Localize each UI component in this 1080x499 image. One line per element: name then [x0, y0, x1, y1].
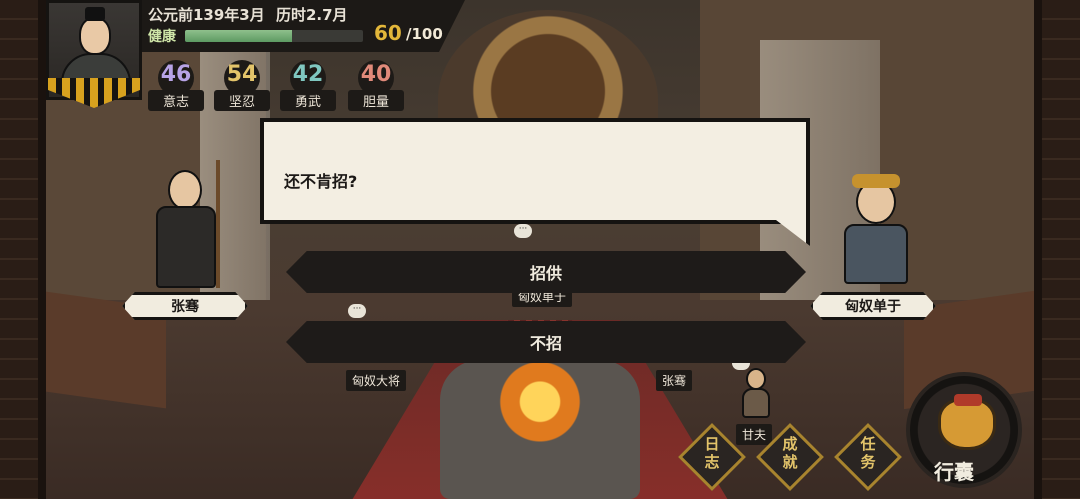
- health-max: /100: [406, 25, 443, 43]
- bag-label: 行囊: [934, 460, 974, 484]
- stat-endurance: 54 坚忍: [214, 60, 270, 112]
- achievements-button[interactable]: 成 就: [756, 423, 824, 491]
- stat-willpower-label: 意志: [148, 90, 204, 111]
- stat-courage-label: 胆量: [348, 90, 404, 111]
- stat-courage: 40 胆量: [348, 60, 404, 112]
- stat-valor-value: 42: [292, 62, 324, 87]
- log-button[interactable]: 日 志: [678, 423, 746, 491]
- stat-valor: 42 勇武: [280, 60, 336, 112]
- dialogue-text: 还不肯招?: [284, 172, 358, 191]
- ganfu-character: [738, 368, 774, 420]
- stat-willpower-value: 46: [160, 62, 192, 87]
- frame-border-left: [0, 0, 46, 499]
- nameplate-zhangqian: 张骞: [122, 292, 248, 320]
- health-label: 健康: [148, 29, 176, 45]
- tag-general: 匈奴大将: [346, 370, 407, 391]
- stat-endurance-label: 坚忍: [214, 90, 270, 111]
- dialogue-box: 还不肯招?: [260, 118, 810, 224]
- choice-confess-button[interactable]: 招供: [286, 251, 806, 293]
- health-value: 60: [374, 21, 402, 45]
- nameplate-chanyu: 匈奴单于: [810, 292, 936, 320]
- health-bar: [185, 30, 363, 42]
- brazier: [440, 360, 640, 499]
- stat-courage-value: 40: [360, 62, 392, 87]
- frame-border-right: [1034, 0, 1080, 499]
- health-bar-fill: [185, 30, 292, 42]
- tag-zhangqian: 张骞: [656, 370, 693, 391]
- tasks-button-label: 任 务: [860, 435, 876, 471]
- tasks-button[interactable]: 任 务: [834, 423, 902, 491]
- stat-valor-label: 勇武: [280, 90, 336, 111]
- elapsed-time: 历时2.7月: [275, 6, 348, 24]
- zhangqian-character: [150, 160, 230, 290]
- log-button-label: 日 志: [704, 435, 720, 471]
- bag-button[interactable]: 行囊: [906, 372, 1022, 488]
- chanyu-character: [836, 150, 916, 290]
- speech-bubble-icon: ···: [348, 304, 366, 318]
- choice-refuse-button[interactable]: 不招: [286, 321, 806, 363]
- stat-willpower: 46 意志: [148, 60, 204, 112]
- stat-endurance-value: 54: [226, 62, 258, 87]
- date-display: 公元前139年3月 历时2.7月: [148, 4, 348, 25]
- speech-bubble-icon: ···: [514, 224, 532, 238]
- achievements-button-label: 成 就: [782, 435, 798, 471]
- current-date: 公元前139年3月: [148, 6, 265, 24]
